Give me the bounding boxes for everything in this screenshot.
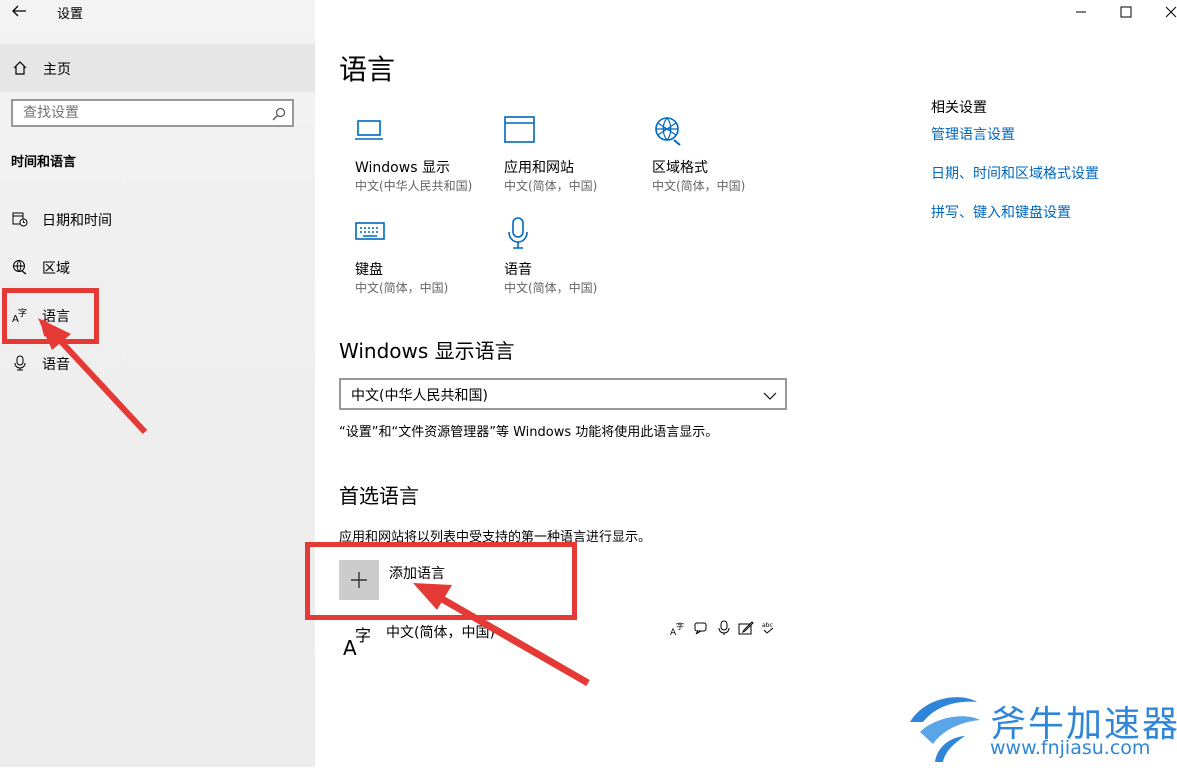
maximize-icon[interactable] [1118,4,1134,20]
display-language-feature-icon: A字 [670,620,686,638]
tile-speech[interactable]: 语音 中文(简体，中国) [504,217,644,307]
back-arrow-icon[interactable] [10,2,30,22]
preferred-languages-heading: 首选语言 [339,484,419,508]
home-icon [12,60,28,76]
sidebar-item-label: 日期和时间 [42,213,112,229]
tile-windows-display[interactable]: Windows 显示 中文(中华人民共和国) [355,115,495,205]
minimize-icon[interactable] [1073,4,1089,20]
svg-text:字: 字 [676,621,684,631]
tile-name: 区域格式 [652,160,708,176]
tile-subtitle: 中文(简体，中国) [504,179,598,193]
display-language-heading: Windows 显示语言 [339,339,515,363]
link-spelling-typing-keyboard-settings[interactable]: 拼写、键入和键盘设置 [931,202,1071,222]
display-icon [355,115,387,145]
sidebar-item-label: 语音 [42,357,70,373]
sidebar: 设置 主页 时间和语言 日期和时间 区域 A字 语言 语音 [0,0,315,767]
search-icon[interactable] [272,106,286,121]
brand-logo-icon [905,692,985,764]
link-manage-language-settings[interactable]: 管理语言设置 [931,124,1015,144]
globe-icon [652,115,684,146]
microphone-icon [12,355,28,371]
display-language-dropdown[interactable]: 中文(中华人民共和国) [339,378,787,410]
highlight-box-add-language [305,542,577,620]
language-glyph-icon: A字 [343,624,375,660]
tile-apps-websites[interactable]: 应用和网站 中文(简体，中国) [504,115,644,205]
spellcheck-feature-icon: abc [761,620,777,636]
svg-text:abc: abc [762,622,773,629]
tile-name: 键盘 [355,262,383,278]
keyboard-icon [355,217,387,247]
tile-subtitle: 中文(中华人民共和国) [355,179,473,193]
tile-name: 应用和网站 [504,160,574,176]
highlight-box-language [2,288,99,344]
search-box[interactable] [11,99,294,127]
watermark-url: www.fnjiasu.com [990,737,1151,759]
microphone-feature-icon [716,620,732,636]
sidebar-item-home-label: 主页 [43,62,71,78]
window-title: 设置 [57,7,84,22]
related-settings-title: 相关设置 [931,100,987,116]
handwriting-feature-icon [738,620,754,636]
calendar-clock-icon [12,211,28,227]
region-globe-icon [12,259,28,275]
sidebar-section-title: 时间和语言 [11,155,77,170]
sidebar-item-date-time[interactable]: 日期和时间 [0,197,315,243]
page-title: 语言 [339,53,396,86]
dropdown-selected-value: 中文(中华人民共和国) [351,388,488,404]
tile-subtitle: 中文(简体，中国) [652,179,746,193]
tile-name: Windows 显示 [355,160,450,176]
speech-bubble-feature-icon [693,620,709,636]
tile-name: 语音 [504,262,532,278]
microphone-icon [504,217,536,249]
svg-text:字: 字 [355,626,371,645]
tile-keyboard[interactable]: 键盘 中文(简体，中国) [355,217,495,307]
tile-regional-format[interactable]: 区域格式 中文(简体，中国) [652,115,792,205]
language-list-item[interactable]: 中文(简体，中国) [386,622,495,642]
sidebar-item-speech[interactable]: 语音 [0,341,315,387]
search-input[interactable] [13,101,273,125]
close-icon[interactable] [1163,4,1177,20]
display-language-description: “设置”和“文件资源管理器”等 Windows 功能将使用此语言显示。 [339,425,719,440]
window-icon [504,115,536,145]
tile-subtitle: 中文(简体，中国) [355,281,449,295]
tile-subtitle: 中文(简体，中国) [504,281,598,295]
sidebar-item-region[interactable]: 区域 [0,245,315,291]
sidebar-item-label: 区域 [42,261,70,277]
link-date-time-region-settings[interactable]: 日期、时间和区域格式设置 [931,163,1099,183]
chevron-down-icon [763,388,777,402]
